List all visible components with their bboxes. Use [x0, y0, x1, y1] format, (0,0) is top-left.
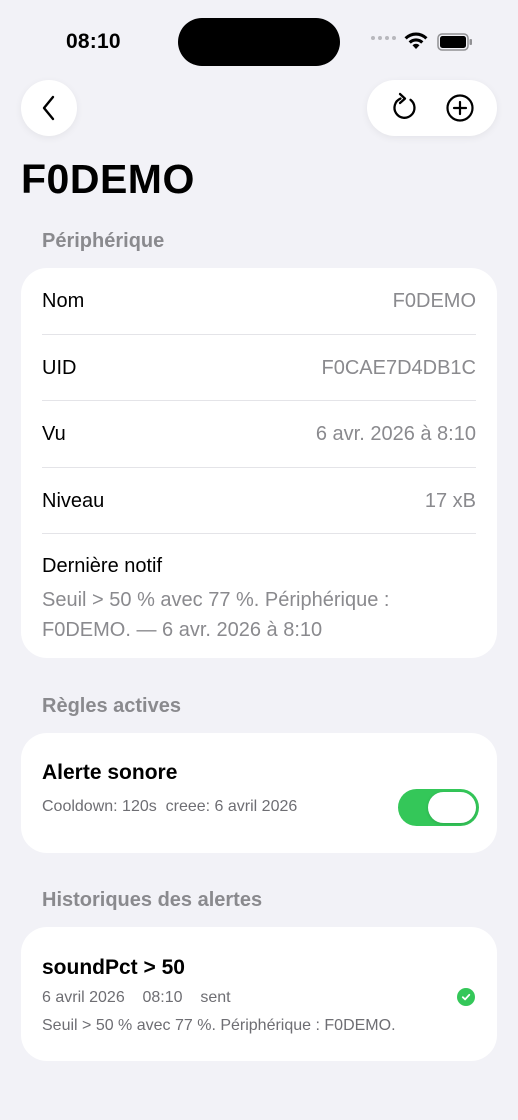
- toolbar-actions: [367, 80, 497, 136]
- battery-icon: [437, 33, 472, 51]
- check-circle-icon: [457, 988, 475, 1006]
- add-button[interactable]: [440, 88, 480, 128]
- status-time: 08:10: [66, 30, 121, 53]
- section-header-history: Historiques des alertes: [42, 889, 263, 911]
- rule-meta: Cooldown: 120s creee: 6 avril 2026: [42, 798, 298, 815]
- dynamic-island: [178, 18, 340, 66]
- alert-history-card[interactable]: soundPct > 50 6 avril 2026 08:10 sent Se…: [21, 927, 497, 1061]
- wifi-icon: [404, 32, 428, 49]
- refresh-icon: [392, 92, 416, 119]
- row-value: 17 xB: [424, 489, 476, 512]
- refresh-button[interactable]: [385, 88, 425, 128]
- info-row-level: Niveau 17 xB: [42, 468, 476, 534]
- device-info-card: Nom F0DEMO UID F0CAE7D4DB1C Vu 6 avr. 20…: [21, 268, 497, 658]
- alert-meta: 6 avril 2026 08:10 sent: [42, 989, 231, 1006]
- section-header-rules: Règles actives: [42, 695, 181, 717]
- last-notif-label: Dernière notif: [42, 555, 163, 577]
- row-value: F0CAE7D4DB1C: [321, 356, 476, 379]
- row-value: 6 avr. 2026 à 8:10: [315, 422, 476, 445]
- row-label: Nom: [42, 289, 85, 312]
- toggle-knob: [428, 792, 476, 823]
- row-label: UID: [42, 356, 77, 379]
- rule-title: Alerte sonore: [42, 761, 178, 784]
- row-label: Niveau: [42, 489, 105, 512]
- rule-card: Alerte sonore Cooldown: 120s creee: 6 av…: [21, 733, 497, 853]
- status-bar: 08:10: [0, 0, 518, 80]
- divider: [42, 533, 476, 534]
- plus-circle-icon: [445, 94, 474, 122]
- chevron-left-icon: [42, 95, 55, 121]
- info-row-seen: Vu 6 avr. 2026 à 8:10: [42, 401, 476, 467]
- row-label: Vu: [42, 422, 66, 445]
- cellular-signal-icon: [371, 36, 396, 40]
- page-title: F0DEMO: [21, 156, 195, 202]
- section-header-device: Périphérique: [42, 230, 165, 252]
- last-notif-text: Seuil > 50 % avec 77 %. Périphérique : F…: [42, 589, 390, 641]
- rule-toggle[interactable]: [398, 789, 479, 826]
- alert-message: Seuil > 50 % avec 77 %. Périphérique : F…: [42, 1017, 396, 1034]
- info-row-uid: UID F0CAE7D4DB1C: [42, 335, 476, 401]
- info-row-name: Nom F0DEMO: [42, 268, 476, 334]
- row-value: F0DEMO: [392, 289, 476, 312]
- alert-title: soundPct > 50: [42, 956, 185, 979]
- back-button[interactable]: [21, 80, 77, 136]
